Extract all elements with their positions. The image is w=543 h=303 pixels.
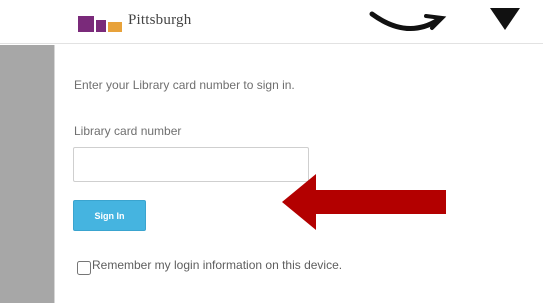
left-gutter — [0, 45, 54, 303]
header-illustration-icon — [369, 8, 520, 32]
card-number-input[interactable] — [73, 147, 309, 182]
signin-instructions: Enter your Library card number to sign i… — [74, 78, 295, 92]
logo-text[interactable]: Pittsburgh — [128, 12, 191, 29]
remember-me-label[interactable]: Remember my login information on this de… — [92, 258, 342, 272]
remember-me-checkbox[interactable] — [77, 261, 91, 275]
header-divider — [0, 43, 543, 44]
red-arrow-icon — [282, 174, 446, 230]
signin-button[interactable]: Sign In — [73, 200, 146, 231]
library-logo-icon[interactable] — [78, 12, 124, 32]
site-header: Pittsburgh — [0, 0, 543, 44]
card-number-label: Library card number — [74, 124, 182, 138]
